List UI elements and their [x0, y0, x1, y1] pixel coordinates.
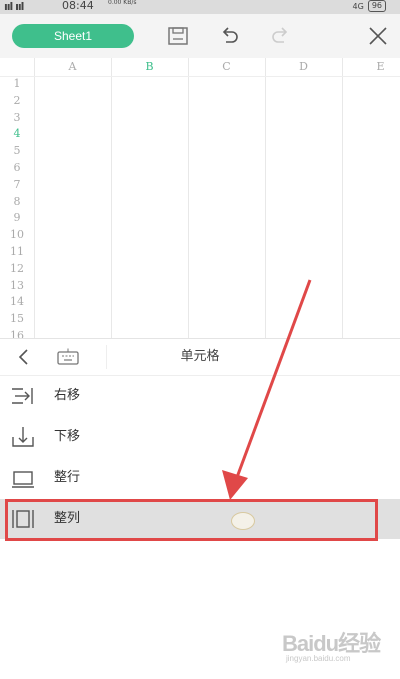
row-header[interactable]: 3	[0, 110, 34, 127]
row-header[interactable]: 5	[0, 143, 34, 160]
row-header[interactable]: 4	[0, 126, 34, 143]
panel-title: 单元格	[180, 349, 220, 364]
row-header[interactable]: 2	[0, 93, 34, 110]
close-icon[interactable]	[364, 22, 392, 50]
row-header[interactable]: 7	[0, 177, 34, 194]
status-bar: ııl ııl 08:44 0.00 KB/s 4G 96	[0, 0, 400, 14]
spreadsheet-grid[interactable]: A B C D E 1 2 3 4 5 6 7 8 9 10 11 12 13 …	[0, 58, 400, 338]
row-headers: 1 2 3 4 5 6 7 8 9 10 11 12 13 14 15 16	[0, 76, 34, 338]
row-header[interactable]: 1	[0, 76, 34, 93]
shift-down-icon	[10, 425, 36, 449]
column-header[interactable]: C	[188, 58, 265, 76]
row-header[interactable]: 16	[0, 328, 34, 338]
row-header[interactable]: 9	[0, 210, 34, 227]
undo-icon[interactable]	[216, 22, 244, 50]
shift-right-icon	[10, 384, 36, 408]
panel-header: 单元格	[0, 338, 400, 376]
row-header[interactable]: 8	[0, 194, 34, 211]
option-label: 整行	[54, 470, 81, 485]
tap-indicator	[231, 512, 255, 530]
back-icon[interactable]	[14, 347, 34, 367]
network-speed: 0.00 KB/s	[108, 0, 137, 6]
option-label: 下移	[54, 429, 81, 444]
column-header[interactable]: E	[342, 58, 400, 76]
battery-icon: 96	[367, 0, 386, 12]
column-header[interactable]: D	[265, 58, 342, 76]
column-header[interactable]: A	[34, 58, 111, 76]
network-type: 4G	[352, 1, 364, 11]
status-right: 4G 96	[353, 0, 386, 12]
watermark-url: jingyan.baidu.com	[286, 654, 351, 663]
sheet-tab[interactable]: Sheet1	[12, 24, 134, 48]
row-header[interactable]: 13	[0, 278, 34, 295]
option-shift-right[interactable]: 右移	[0, 376, 400, 416]
column-header[interactable]: B	[111, 58, 188, 76]
top-toolbar: Sheet1	[0, 14, 400, 58]
row-header[interactable]: 6	[0, 160, 34, 177]
option-label: 右移	[54, 388, 81, 403]
row-header[interactable]: 11	[0, 244, 34, 261]
entire-row-icon	[10, 466, 36, 490]
signal-icon: ııl ııl	[4, 0, 24, 13]
row-header[interactable]: 10	[0, 227, 34, 244]
option-entire-row[interactable]: 整行	[0, 458, 400, 498]
row-header[interactable]: 15	[0, 311, 34, 328]
option-shift-down[interactable]: 下移	[0, 417, 400, 457]
row-header[interactable]: 14	[0, 294, 34, 311]
redo-icon[interactable]	[266, 22, 294, 50]
save-icon[interactable]	[164, 22, 192, 50]
baidu-watermark: Baidu经验 jingyan.baidu.com	[282, 620, 392, 668]
row-header[interactable]: 12	[0, 261, 34, 278]
clock: 08:44	[62, 0, 94, 12]
column-headers: A B C D E	[34, 58, 400, 76]
keyboard-icon[interactable]	[56, 348, 80, 366]
highlight-box	[5, 499, 378, 541]
